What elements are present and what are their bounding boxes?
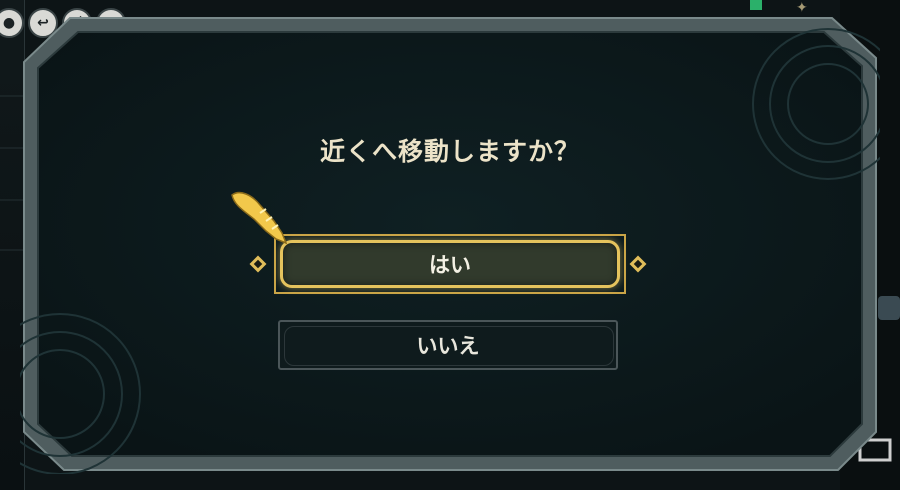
dialog-title: 近くへ移動しますか？ bbox=[319, 137, 580, 166]
no-button[interactable]: いいえ bbox=[278, 320, 618, 370]
status-indicator bbox=[750, 0, 762, 10]
pointer-cursor-icon bbox=[231, 191, 288, 245]
move-confirm-dialog: 近くへ移動しますか？ はい いいえ bbox=[20, 14, 880, 474]
yes-button[interactable]: はい bbox=[280, 240, 620, 288]
